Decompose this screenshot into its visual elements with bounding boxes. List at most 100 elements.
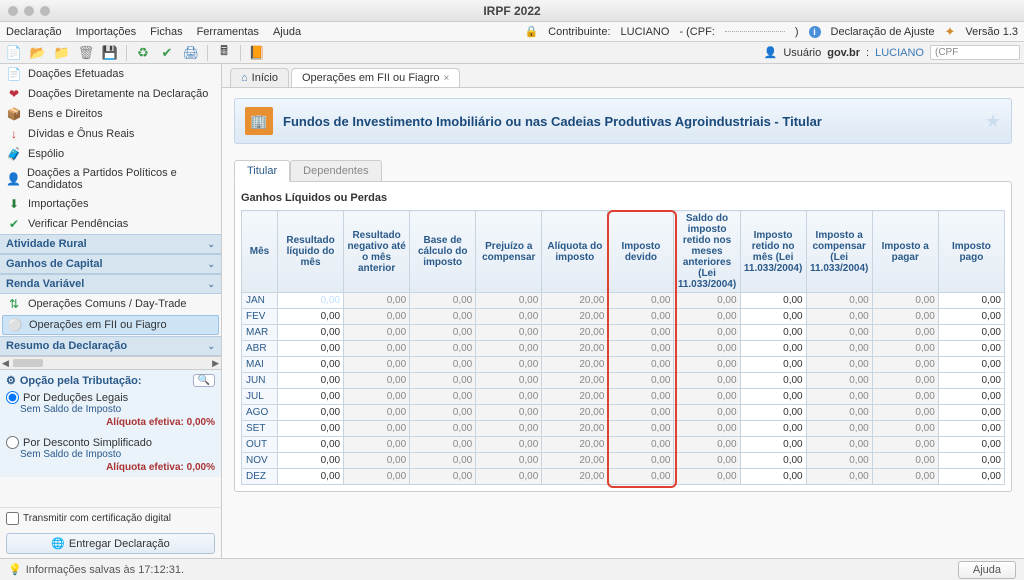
- cell[interactable]: 0,00: [278, 357, 344, 373]
- sidebar-header-2[interactable]: Renda Variável⌄: [0, 274, 221, 294]
- sidebar-label-2: Bens e Direitos: [28, 108, 103, 120]
- entregar-button[interactable]: 🌐 Entregar Declaração: [6, 533, 215, 554]
- tb-print-icon[interactable]: 🖨: [181, 44, 201, 62]
- cell: 0,00: [410, 405, 476, 421]
- cell[interactable]: 0,00: [740, 389, 806, 405]
- info-icon[interactable]: i: [809, 26, 821, 38]
- cell[interactable]: 0,00: [278, 373, 344, 389]
- cell[interactable]: 0,00: [278, 405, 344, 421]
- close-dot[interactable]: [8, 6, 18, 16]
- cell[interactable]: 0,00: [740, 309, 806, 325]
- cell[interactable]: 0,00: [740, 325, 806, 341]
- sidebar-item-2[interactable]: 📦Bens e Direitos: [0, 104, 221, 124]
- tb-folder-out-icon[interactable]: 📁: [52, 44, 72, 62]
- tab-fii[interactable]: Operações em FII ou Fiagro ×: [291, 68, 460, 87]
- cell[interactable]: 0,00: [740, 341, 806, 357]
- cell[interactable]: 0,00: [740, 453, 806, 469]
- tb-restore-icon[interactable]: ♻: [133, 44, 153, 62]
- cell[interactable]: 0,00: [938, 453, 1004, 469]
- close-icon[interactable]: ×: [444, 73, 450, 84]
- cell[interactable]: 0,00: [278, 293, 344, 309]
- cell[interactable]: 0,00: [278, 309, 344, 325]
- tb-delete-icon[interactable]: 🗑: [76, 44, 96, 62]
- star-icon[interactable]: ★: [985, 111, 1001, 132]
- chevron-down-icon: ⌄: [207, 259, 215, 270]
- sidebar-item-5[interactable]: 👤Doações a Partidos Políticos e Candidat…: [0, 164, 221, 194]
- cell: 0,00: [410, 437, 476, 453]
- tab-dependentes[interactable]: Dependentes: [290, 160, 381, 181]
- menu-importacoes[interactable]: Importações: [76, 26, 137, 38]
- tb-new-icon[interactable]: 📄: [4, 44, 24, 62]
- menu-ferramentas[interactable]: Ferramentas: [197, 26, 259, 38]
- sidebar-item-1[interactable]: ❤Doações Diretamente na Declaração: [0, 84, 221, 104]
- cell: 0,00: [674, 373, 740, 389]
- cell[interactable]: 0,00: [740, 421, 806, 437]
- sidebar-rv-item-0[interactable]: ⇅Operações Comuns / Day-Trade: [0, 294, 221, 314]
- cell[interactable]: 0,00: [740, 373, 806, 389]
- magnify-button[interactable]: 🔍: [193, 374, 215, 387]
- checkbox-certificacao[interactable]: [6, 512, 19, 525]
- menu-ajuda[interactable]: Ajuda: [273, 26, 301, 38]
- cell[interactable]: 0,00: [740, 293, 806, 309]
- tb-open-icon[interactable]: 📂: [28, 44, 48, 62]
- side-scrollbar[interactable]: ◀ ▶: [0, 356, 221, 370]
- ajuda-button[interactable]: Ajuda: [958, 561, 1016, 579]
- cell[interactable]: 0,00: [278, 469, 344, 485]
- scroll-left-icon[interactable]: ◀: [2, 358, 9, 369]
- cell: 0,00: [344, 469, 410, 485]
- chevron-down-icon: ⌄: [207, 239, 215, 250]
- cell[interactable]: 0,00: [278, 341, 344, 357]
- menu-fichas[interactable]: Fichas: [150, 26, 182, 38]
- cell[interactable]: 0,00: [740, 437, 806, 453]
- tb-book-icon[interactable]: 📙: [247, 44, 267, 62]
- cell[interactable]: 0,00: [278, 437, 344, 453]
- cell[interactable]: 0,00: [938, 357, 1004, 373]
- cell[interactable]: 0,00: [938, 341, 1004, 357]
- sidebar-header-1[interactable]: Ganhos de Capital⌄: [0, 254, 221, 274]
- cell[interactable]: 0,00: [938, 405, 1004, 421]
- tab-inicio[interactable]: ⌂ Início: [230, 68, 289, 87]
- cell[interactable]: 0,00: [278, 389, 344, 405]
- cell[interactable]: 0,00: [740, 469, 806, 485]
- sidebar-item-3[interactable]: ↓Dívidas e Ônus Reais: [0, 124, 221, 144]
- max-dot[interactable]: [40, 6, 50, 16]
- cell[interactable]: 0,00: [938, 421, 1004, 437]
- cell: 0,00: [806, 309, 872, 325]
- cell[interactable]: 0,00: [938, 309, 1004, 325]
- sidebar-item-6[interactable]: ⬇Importações: [0, 194, 221, 214]
- month-cell: JUN: [242, 373, 278, 389]
- tb-check-icon[interactable]: ✔: [157, 44, 177, 62]
- tb-calc-icon[interactable]: 🖩: [214, 44, 234, 62]
- radio-simplificado[interactable]: [6, 436, 19, 449]
- tb-save-icon[interactable]: 💾: [100, 44, 120, 62]
- cell[interactable]: 0,00: [938, 373, 1004, 389]
- cell[interactable]: 0,00: [278, 325, 344, 341]
- min-dot[interactable]: [24, 6, 34, 16]
- sidebar-item-0[interactable]: 📄Doações Efetuadas: [0, 64, 221, 84]
- sub-simplificado: Sem Saldo de Imposto: [20, 449, 215, 460]
- cell[interactable]: 0,00: [938, 437, 1004, 453]
- cell[interactable]: 0,00: [740, 405, 806, 421]
- scroll-right-icon[interactable]: ▶: [212, 358, 219, 369]
- cell: 0,00: [476, 421, 542, 437]
- cell[interactable]: 0,00: [278, 421, 344, 437]
- menu-declaracao[interactable]: Declaração: [6, 26, 62, 38]
- cell[interactable]: 0,00: [740, 357, 806, 373]
- sidebar-header-0[interactable]: Atividade Rural⌄: [0, 234, 221, 254]
- cell: 0,00: [806, 357, 872, 373]
- cell[interactable]: 0,00: [278, 453, 344, 469]
- cell[interactable]: 0,00: [938, 469, 1004, 485]
- radio-deducoes[interactable]: [6, 391, 19, 404]
- cell: 0,00: [476, 325, 542, 341]
- cell[interactable]: 0,00: [938, 389, 1004, 405]
- tab-titular[interactable]: Titular: [234, 160, 290, 182]
- cell[interactable]: 0,00: [938, 293, 1004, 309]
- sidebar-rv-item-1[interactable]: ⚪Operações em FII ou Fiagro: [2, 315, 219, 335]
- sidebar-item-4[interactable]: 🧳Espólio: [0, 144, 221, 164]
- cell: 0,00: [872, 469, 938, 485]
- sidebar-item-7[interactable]: ✔Verificar Pendências: [0, 214, 221, 234]
- cell[interactable]: 0,00: [938, 325, 1004, 341]
- chevron-down-icon: ⌄: [207, 341, 215, 352]
- page-title: Fundos de Investimento Imobiliário ou na…: [283, 114, 822, 129]
- resumo-header[interactable]: Resumo da Declaração ⌄: [0, 336, 221, 356]
